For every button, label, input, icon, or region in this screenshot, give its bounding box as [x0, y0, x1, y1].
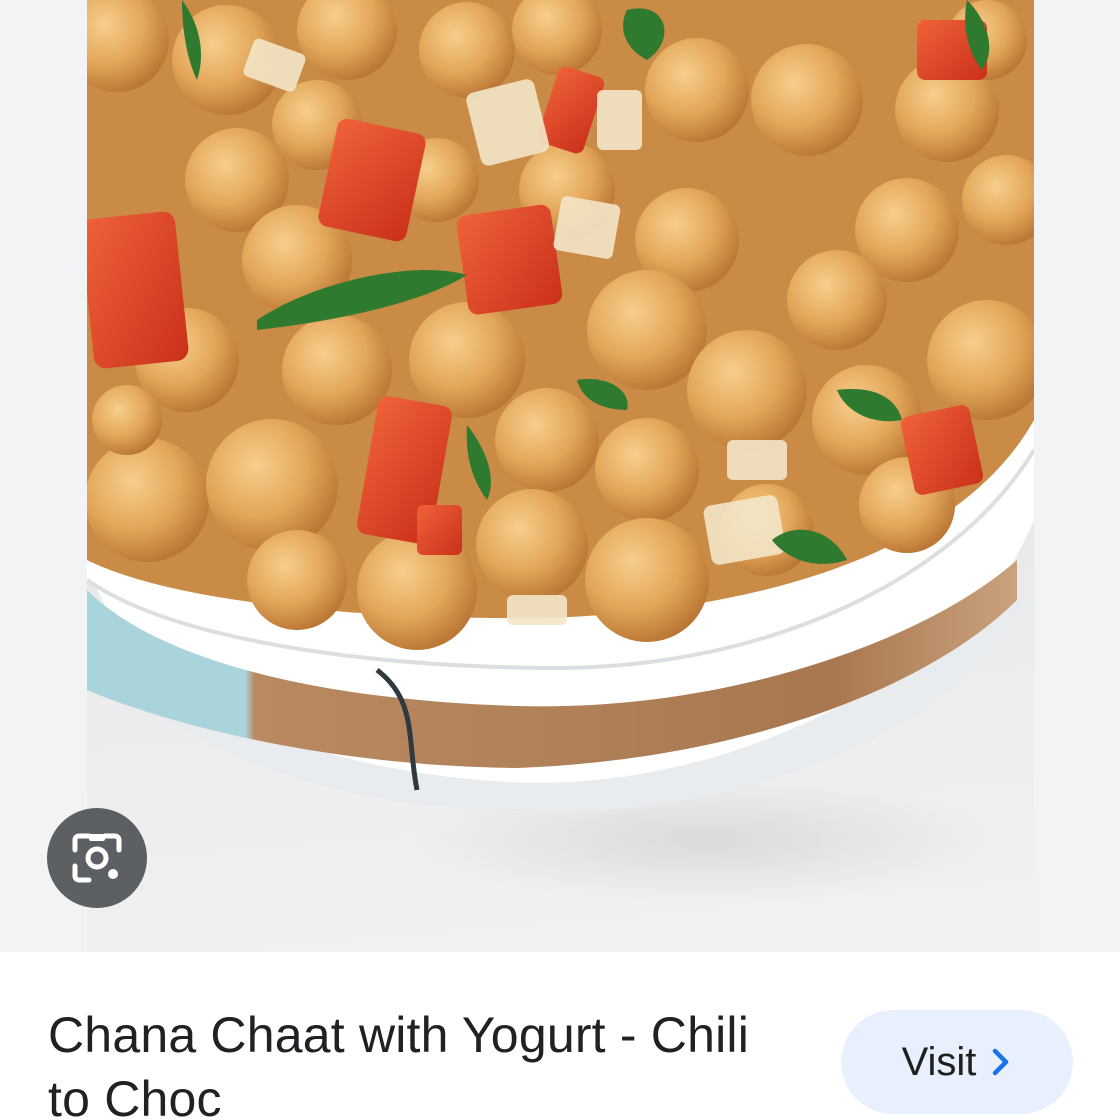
visit-button[interactable]: Visit	[841, 1010, 1073, 1114]
chevron-right-icon	[990, 1047, 1012, 1077]
google-lens-button[interactable]	[47, 808, 147, 908]
search-result-card: Chana Chaat with Yogurt - Chili to Choc …	[0, 0, 1120, 1120]
visit-button-label: Visit	[901, 1039, 977, 1084]
result-image[interactable]	[87, 0, 1034, 952]
result-title[interactable]: Chana Chaat with Yogurt - Chili to Choc	[48, 1003, 768, 1120]
image-preview-area	[0, 0, 1120, 952]
google-lens-icon	[72, 833, 122, 883]
